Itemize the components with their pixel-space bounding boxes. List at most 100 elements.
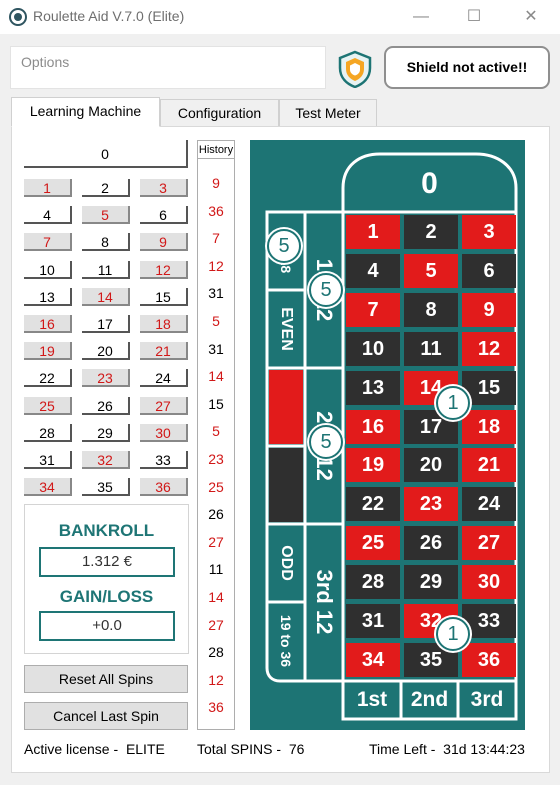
grid-number-31[interactable]: 31 [24,451,72,469]
license-status: Active license - ELITE [24,741,165,757]
chip-badge-2nd-12[interactable]: 5 [309,425,343,459]
grid-number-0[interactable]: 0 [24,140,188,168]
board-number-10[interactable]: 10 [346,331,400,366]
grid-number-29[interactable]: 29 [82,423,130,442]
board-number-13[interactable]: 13 [346,370,400,405]
grid-number-15[interactable]: 15 [140,287,188,306]
board-number-9[interactable]: 9 [462,292,516,327]
grid-number-4[interactable]: 4 [24,206,72,225]
board-number-3[interactable]: 3 [462,215,516,249]
grid-number-34[interactable]: 34 [24,478,72,497]
red-bet-area[interactable] [269,370,303,444]
tab-configuration[interactable]: Configuration [160,99,279,127]
board-number-12[interactable]: 12 [462,331,516,366]
board-number-23[interactable]: 23 [404,487,458,522]
grid-number-16[interactable]: 16 [24,315,72,333]
grid-number-26[interactable]: 26 [82,396,130,415]
board-number-18[interactable]: 18 [462,409,516,444]
board-number-11[interactable]: 11 [404,331,458,366]
grid-number-19[interactable]: 19 [24,342,72,361]
reset-all-spins-button[interactable]: Reset All Spins [24,665,188,693]
chip-badge-1st-12[interactable]: 5 [309,273,343,307]
board-number-4[interactable]: 4 [346,253,400,288]
grid-number-33[interactable]: 33 [140,451,188,469]
column-3rd[interactable]: 3rd [458,681,516,719]
board-number-27[interactable]: 27 [462,526,516,561]
grid-number-2[interactable]: 2 [82,179,130,197]
grid-number-27[interactable]: 27 [140,396,188,415]
board-number-20[interactable]: 20 [404,448,458,483]
column-2nd[interactable]: 2nd [401,681,458,719]
board-number-25[interactable]: 25 [346,526,400,561]
board-number-21[interactable]: 21 [462,448,516,483]
grid-number-35[interactable]: 35 [82,478,130,497]
outside-odd[interactable]: ODD [267,524,305,602]
board-zero[interactable]: 0 [343,158,516,210]
grid-number-10[interactable]: 10 [24,260,72,279]
grid-number-9[interactable]: 9 [140,233,188,252]
board-number-19[interactable]: 19 [346,448,400,483]
options-input[interactable]: Options [10,46,326,89]
grid-number-6[interactable]: 6 [140,206,188,225]
board-number-7[interactable]: 7 [346,292,400,327]
chip-badge-1-to-18[interactable]: 5 [267,229,301,263]
board-number-36[interactable]: 36 [462,642,516,677]
grid-number-11[interactable]: 11 [82,260,130,279]
board-number-26[interactable]: 26 [404,526,458,561]
history-column[interactable]: History 9 36 7 12 31 5 31 14 15 5 23 25 26 27 11 14 27 28… [197,140,235,730]
grid-number-17[interactable]: 17 [82,315,130,333]
board-number-28[interactable]: 28 [346,565,400,600]
history-spin: 27 [208,533,224,550]
board-number-1[interactable]: 1 [346,215,400,249]
grid-number-7[interactable]: 7 [24,233,72,252]
cancel-last-spin-button[interactable]: Cancel Last Spin [24,702,188,730]
column-1st[interactable]: 1st [343,681,401,719]
grid-number-28[interactable]: 28 [24,423,72,442]
board-number-29[interactable]: 29 [404,565,458,600]
grid-number-1[interactable]: 1 [24,179,72,197]
shield-icon[interactable] [336,50,374,88]
chip-badge-split-32-33[interactable]: 1 [436,617,470,651]
tab-test-meter[interactable]: Test Meter [279,99,377,127]
grid-number-18[interactable]: 18 [140,315,188,333]
grid-number-12[interactable]: 12 [140,260,188,279]
grid-number-23[interactable]: 23 [82,369,130,388]
grid-number-30[interactable]: 30 [140,423,188,442]
minimize-button[interactable]: — [398,4,444,30]
outside-19-to-36[interactable]: 19 to 36 [267,602,305,680]
board-number-22[interactable]: 22 [346,487,400,522]
maximize-button[interactable]: ☐ [451,4,497,30]
grid-number-32[interactable]: 32 [82,451,130,469]
grid-number-20[interactable]: 20 [82,342,130,361]
board-number-24[interactable]: 24 [462,487,516,522]
tab-learning-machine[interactable]: Learning Machine [11,97,160,127]
grid-number-3[interactable]: 3 [140,179,188,197]
board-number-6[interactable]: 6 [462,253,516,288]
board-number-33[interactable]: 33 [462,604,516,638]
board-number-2[interactable]: 2 [404,215,458,249]
grid-number-8[interactable]: 8 [82,233,130,252]
board-number-15[interactable]: 15 [462,370,516,405]
grid-number-13[interactable]: 13 [24,287,72,306]
grid-number-22[interactable]: 22 [24,369,72,388]
shield-status-button[interactable]: Shield not active!! [384,46,550,89]
grid-number-25[interactable]: 25 [24,396,72,415]
board-number-8[interactable]: 8 [404,292,458,327]
board-number-30[interactable]: 30 [462,565,516,600]
grid-number-24[interactable]: 24 [140,369,188,388]
board-number-5[interactable]: 5 [404,253,458,288]
close-button[interactable]: ✕ [508,4,554,30]
grid-number-21[interactable]: 21 [140,342,188,361]
history-spin: 31 [208,340,224,357]
chip-badge-split-14-15[interactable]: 1 [436,386,470,420]
grid-number-5[interactable]: 5 [82,206,130,225]
dozen-3rd-12[interactable]: 3rd 12 [305,524,343,680]
grid-number-36[interactable]: 36 [140,478,188,497]
board-number-31[interactable]: 31 [346,604,400,638]
time-left-value: 31d 13:44:23 [443,741,525,757]
grid-number-14[interactable]: 14 [82,287,130,306]
board-number-16[interactable]: 16 [346,409,400,444]
black-bet-area[interactable] [269,448,303,522]
outside-even[interactable]: EVEN [267,290,305,368]
board-number-34[interactable]: 34 [346,642,400,677]
